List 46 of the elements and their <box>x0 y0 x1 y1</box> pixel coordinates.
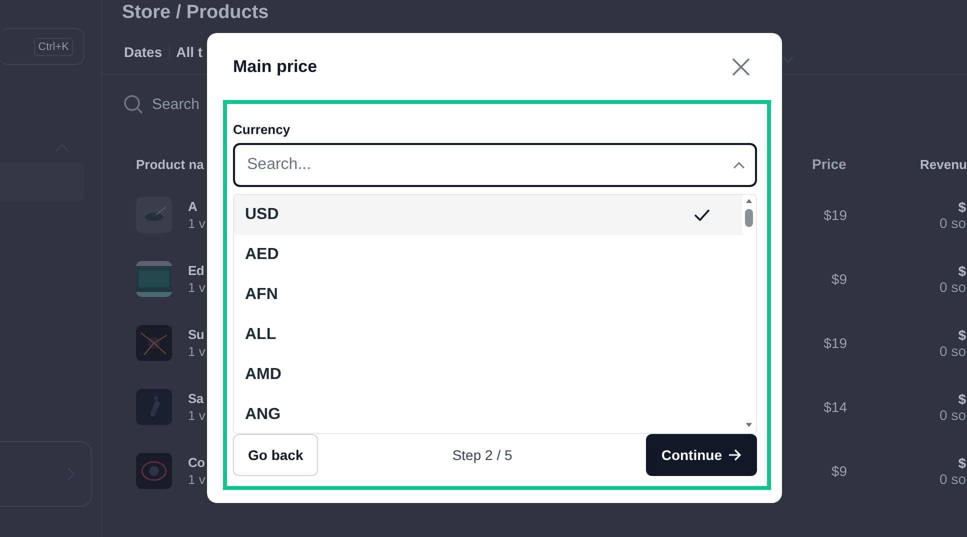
sales-count: 0 so <box>940 279 966 295</box>
price-cell-text: $14 <box>822 399 847 415</box>
go-back-button[interactable]: Go back <box>233 434 318 476</box>
continue-button[interactable]: Continue <box>646 434 757 476</box>
currency-option[interactable]: USD <box>234 195 742 235</box>
filter-label: Dates <box>124 44 162 60</box>
page-title: Store / Products <box>122 2 270 24</box>
sales-count: 0 so <box>940 407 966 423</box>
product-name[interactable]: A <box>188 199 206 214</box>
revenue-amount: $ <box>958 263 966 279</box>
product-name[interactable]: Sa <box>188 391 206 406</box>
dialog-title: Main price <box>233 56 318 76</box>
filter-value[interactable]: All t <box>169 44 203 60</box>
column-header: Product na <box>136 156 204 172</box>
currency-search-field[interactable]: Search... <box>233 143 757 187</box>
price-cell-text: $19 <box>822 207 847 223</box>
variant-count: 1 v <box>188 472 206 487</box>
revenue-amount: $ <box>958 391 966 407</box>
price-cell-text: $9 <box>830 271 847 287</box>
sales-count: 0 so <box>940 215 966 231</box>
variant-count: 1 v <box>188 280 206 295</box>
variant-count: 1 v <box>188 408 206 423</box>
sales-count: 0 so <box>940 471 966 487</box>
revenue-amount: $ <box>958 199 966 215</box>
price-cell-text: $9 <box>830 463 847 479</box>
column-header: Price <box>812 156 846 172</box>
search-icon <box>124 95 143 114</box>
field-label: Currency <box>233 122 292 137</box>
variant-count: 1 v <box>188 216 206 231</box>
chevron-down-icon[interactable] <box>782 56 794 64</box>
shortcut-hint: Ctrl+K <box>34 38 73 56</box>
product-name[interactable]: Ed <box>188 263 206 278</box>
search-placeholder[interactable]: Search <box>152 96 200 113</box>
variant-count: 1 v <box>188 344 206 359</box>
column-header: Revenu <box>920 156 967 172</box>
revenue-amount: $ <box>958 327 966 343</box>
close-icon[interactable] <box>732 58 750 76</box>
sales-count: 0 so <box>940 343 966 359</box>
revenue-amount: $ <box>958 455 966 471</box>
check-icon <box>694 209 710 221</box>
chevron-up-icon <box>733 161 745 169</box>
step-indicator: Step 2 / 5 <box>452 447 512 463</box>
product-name[interactable]: Su <box>188 327 206 342</box>
price-cell-text: $19 <box>822 335 847 351</box>
arrow-right-icon <box>728 449 742 461</box>
product-name[interactable]: Co <box>188 455 206 470</box>
